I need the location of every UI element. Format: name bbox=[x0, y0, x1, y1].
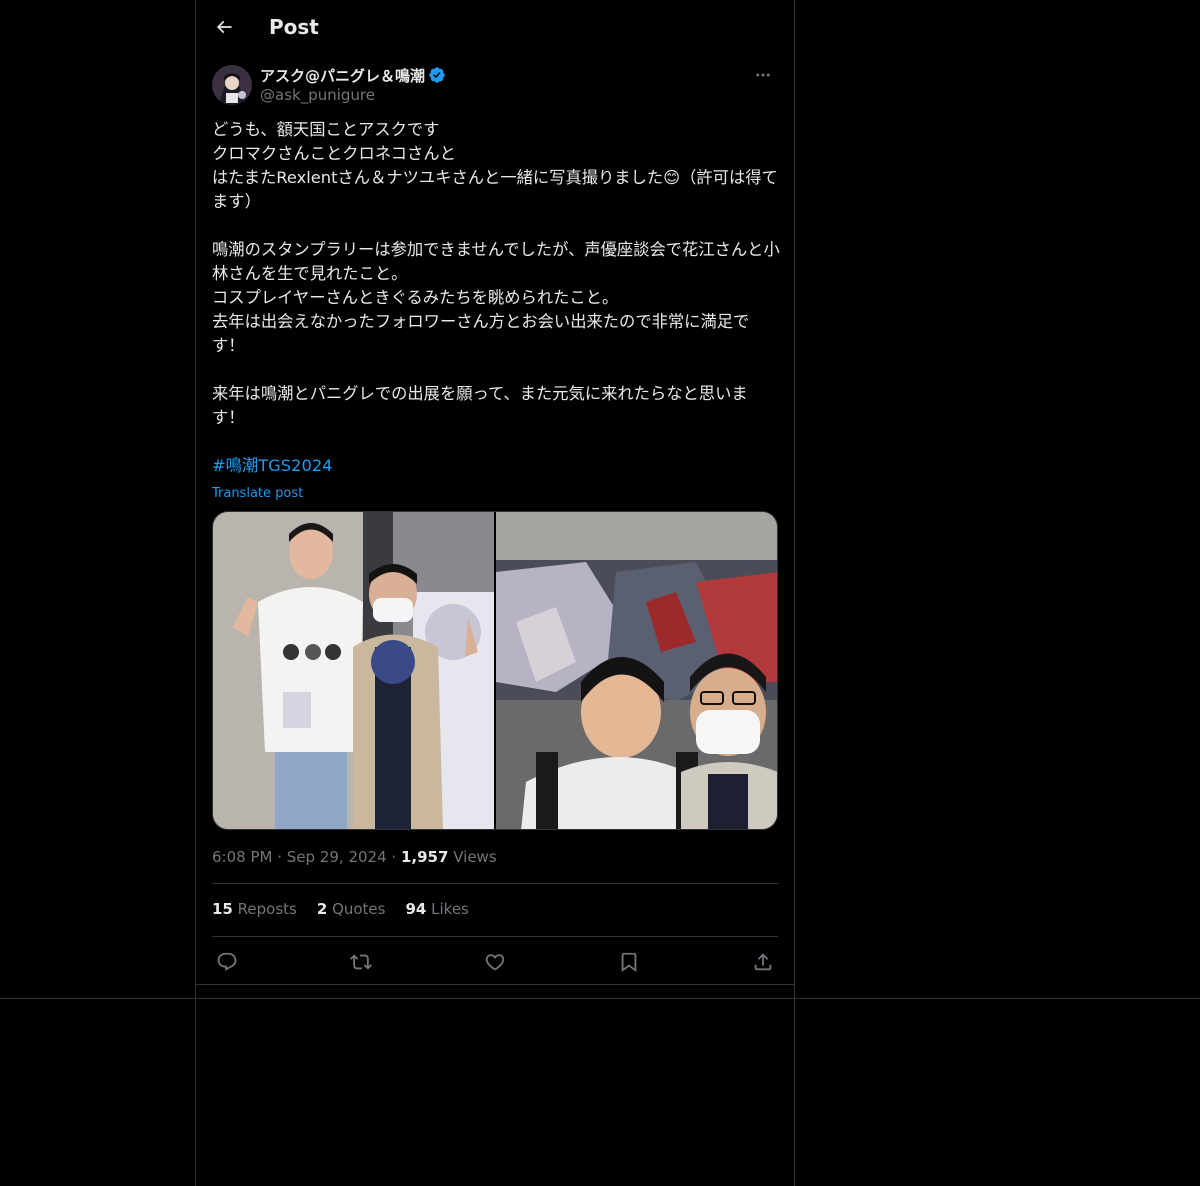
post-time[interactable]: 6:08 PM bbox=[212, 848, 272, 866]
share-icon bbox=[754, 953, 772, 971]
author-names: アスク@パニグレ＆鳴潮 @ask_punigure bbox=[260, 65, 446, 104]
reposts-stat[interactable]: 15 Reposts bbox=[212, 900, 297, 918]
divider bbox=[212, 936, 778, 937]
avatar[interactable] bbox=[212, 65, 252, 105]
repost-icon bbox=[350, 954, 372, 970]
quotes-label: Quotes bbox=[332, 900, 386, 918]
bookmark-button[interactable] bbox=[614, 948, 644, 976]
back-arrow-icon bbox=[216, 20, 232, 33]
engagement-stats: 15 Reposts 2 Quotes 94 Likes bbox=[212, 900, 489, 918]
reply-icon bbox=[217, 952, 237, 971]
views-label: Views bbox=[453, 848, 497, 866]
post-author: アスク@パニグレ＆鳴潮 @ask_punigure bbox=[212, 65, 778, 107]
quotes-stat[interactable]: 2 Quotes bbox=[317, 900, 386, 918]
translate-post-link[interactable]: Translate post bbox=[212, 482, 303, 506]
photo-1[interactable] bbox=[213, 512, 494, 829]
likes-label: Likes bbox=[431, 900, 469, 918]
reply-button[interactable] bbox=[212, 948, 242, 976]
views-count: 1,957 bbox=[400, 848, 449, 866]
bookmark-icon bbox=[621, 952, 637, 973]
top-bar: Post bbox=[196, 0, 794, 53]
post-paragraph-1: どうも、額天国ことアスクです クロマクさんことクロネコさんと はたまたRexle… bbox=[212, 120, 778, 211]
meta-separator: · bbox=[277, 848, 283, 866]
likes-stat[interactable]: 94 Likes bbox=[405, 900, 468, 918]
action-bar bbox=[212, 948, 778, 976]
divider bbox=[212, 883, 778, 884]
like-button[interactable] bbox=[480, 948, 510, 976]
page-title: Post bbox=[269, 14, 319, 39]
more-button[interactable] bbox=[748, 65, 778, 85]
reposts-count: 15 bbox=[212, 900, 233, 918]
primary-column: Post アスク@パニグレ＆鳴潮 @ask_punigure どうも、額天国こと… bbox=[195, 0, 795, 1186]
author-handle[interactable]: @ask_punigure bbox=[260, 86, 446, 104]
back-button[interactable] bbox=[206, 9, 242, 45]
like-icon bbox=[485, 954, 505, 971]
likes-count: 94 bbox=[405, 900, 427, 918]
author-display-name-row[interactable]: アスク@パニグレ＆鳴潮 bbox=[260, 65, 446, 85]
quotes-count: 2 bbox=[316, 900, 328, 918]
post-media bbox=[212, 511, 778, 830]
post-paragraph-3: 来年は鳴潮とパニグレでの出展を願って、また元気に来れたらなと思います！ bbox=[212, 384, 748, 427]
reposts-label: Reposts bbox=[237, 900, 297, 918]
post-meta: 6:08 PM · Sep 29, 2024 · 1,957 Views bbox=[212, 848, 497, 866]
meta-separator: · bbox=[391, 848, 397, 866]
post-date[interactable]: Sep 29, 2024 bbox=[287, 848, 387, 866]
verified-badge-icon bbox=[429, 67, 445, 83]
more-icon bbox=[756, 73, 770, 77]
divider bbox=[196, 984, 794, 985]
share-button[interactable] bbox=[748, 948, 778, 976]
author-display-name: アスク@パニグレ＆鳴潮 bbox=[260, 66, 426, 85]
hashtag-link[interactable]: #鳴潮TGS2024 bbox=[212, 454, 780, 478]
post-text: どうも、額天国ことアスクです クロマクさんことクロネコさんと はたまたRexle… bbox=[212, 118, 780, 506]
repost-button[interactable] bbox=[346, 948, 376, 976]
post-paragraph-2: 鳴潮のスタンプラリーは参加できませんでしたが、声優座談会で花江さんと小林さんを生… bbox=[212, 240, 780, 355]
photo-2[interactable] bbox=[496, 512, 777, 829]
